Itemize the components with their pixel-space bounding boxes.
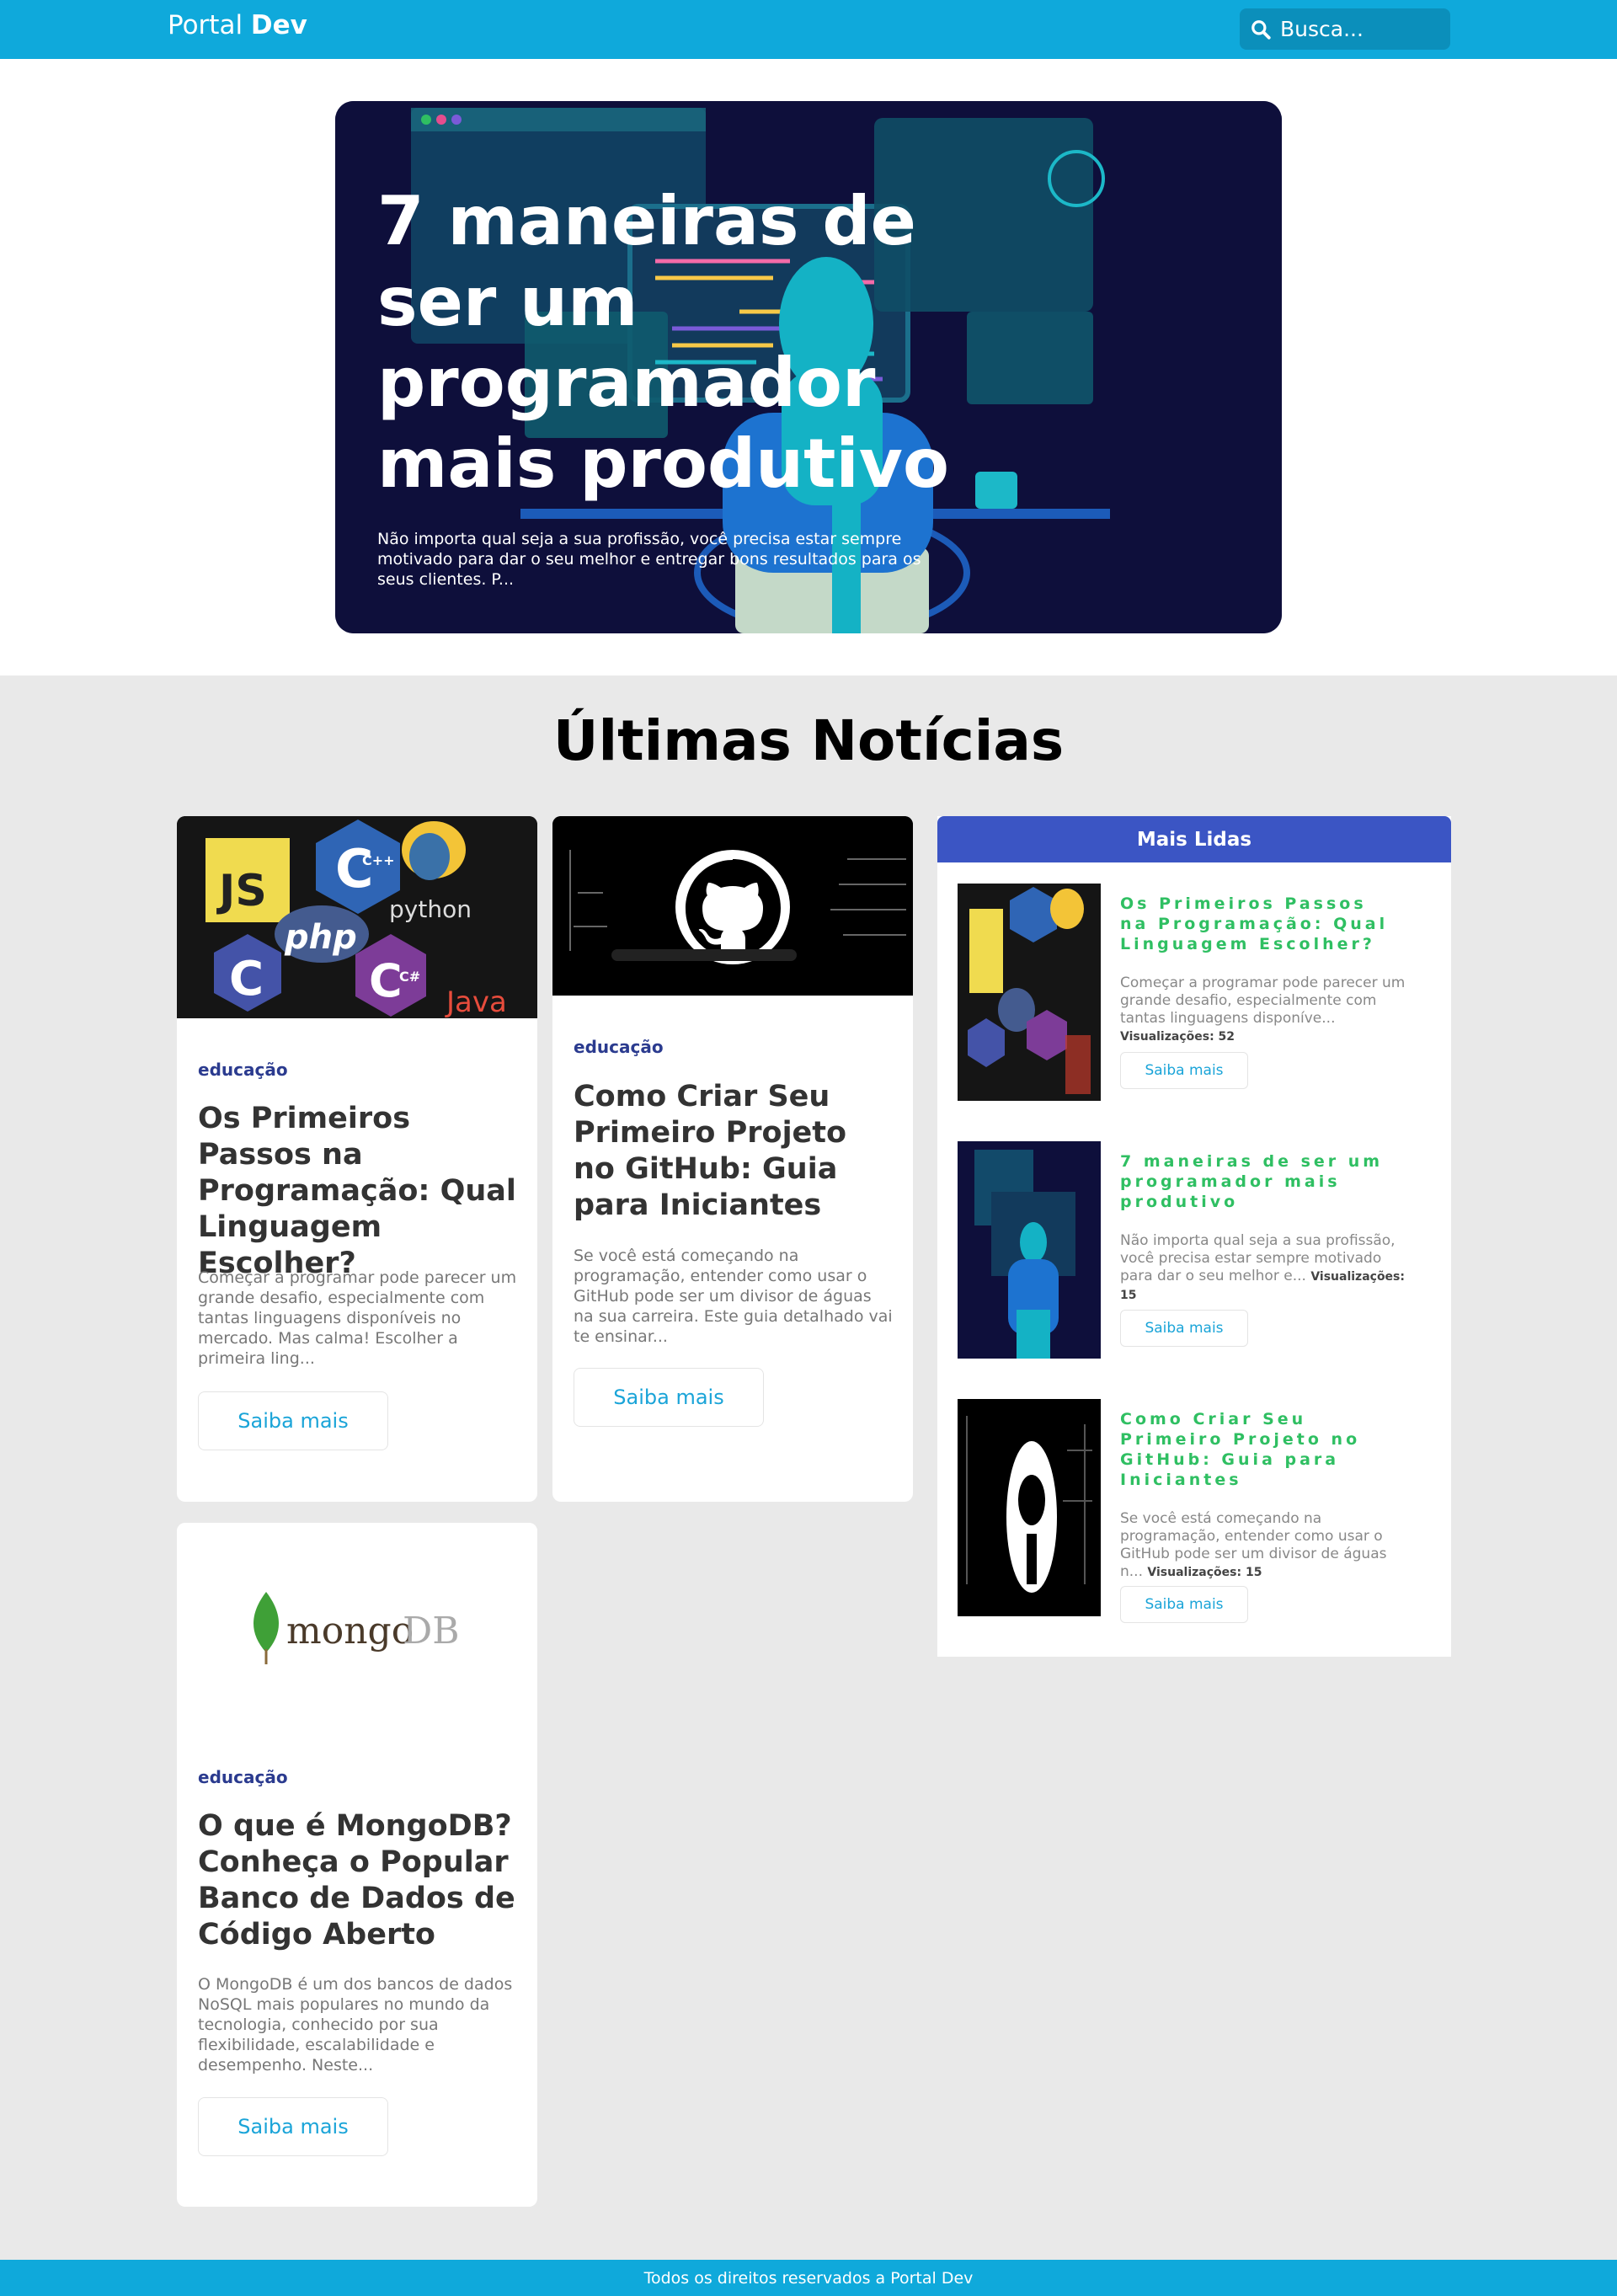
views-count: Visualizações: 52 xyxy=(1120,1030,1235,1044)
brand-logo[interactable]: Portal Dev xyxy=(168,8,307,42)
mongodb-image: mongo DB xyxy=(177,1523,537,1746)
mongo-logo-text: mongo xyxy=(286,1610,414,1653)
news-card: JS C C++ php python C C C# Java educação… xyxy=(177,816,537,1502)
hero-banner[interactable]: 7 maneiras de ser um programador mais pr… xyxy=(335,101,1282,633)
sidebar-item-title[interactable]: Como Criar Seu Primeiro Projeto no GitHu… xyxy=(1120,1409,1398,1490)
c-logo-text: C xyxy=(229,952,264,1007)
card-title[interactable]: O que é MongoDB? Conheça o Popular Banco… xyxy=(198,1808,518,1953)
sidebar-title: Mais Lidas xyxy=(937,816,1451,862)
github-image xyxy=(552,816,913,996)
card-description: Se você está começando na programação, e… xyxy=(574,1247,893,1346)
search-input[interactable] xyxy=(1280,17,1440,41)
sidebar-item: Os Primeiros Passos na Programação: Qual… xyxy=(958,884,1438,1101)
csharp-hash-text: C# xyxy=(399,969,420,985)
card-category[interactable]: educação xyxy=(198,1767,288,1787)
sidebar-item-description: Se você está começando na programação, e… xyxy=(1120,1510,1406,1582)
sidebar-item: 7 maneiras de ser um programador mais pr… xyxy=(958,1141,1438,1359)
sidebar-item: Como Criar Seu Primeiro Projeto no GitHu… xyxy=(958,1399,1438,1623)
card-description: Começar a programar pode parecer um gran… xyxy=(198,1268,517,1368)
news-card: mongo DB educação O que é MongoDB? Conhe… xyxy=(177,1523,537,2207)
footer: Todos os direitos reservados a Portal De… xyxy=(0,2260,1617,2296)
read-more-button[interactable]: Saiba mais xyxy=(198,2097,388,2156)
sidebar-item-excerpt: Começar a programar pode parecer um gran… xyxy=(1120,974,1406,1027)
programming-languages-image xyxy=(958,884,1101,1101)
sidebar-item-title[interactable]: 7 maneiras de ser um programador mais pr… xyxy=(1120,1151,1398,1212)
php-logo-text: php xyxy=(284,918,357,957)
brand-light-text: Portal xyxy=(168,10,251,40)
programmer-illustration-image xyxy=(958,1141,1101,1359)
db-logo-text: DB xyxy=(403,1610,460,1653)
python-logo-text: python xyxy=(389,895,472,923)
read-more-button[interactable]: Saiba mais xyxy=(1120,1052,1248,1089)
brand-bold-text: Dev xyxy=(250,10,307,40)
sidebar-thumbnail[interactable] xyxy=(958,884,1101,1101)
footer-copyright: Todos os direitos reservados a Portal De… xyxy=(643,2268,974,2288)
cpp-logo-text: C xyxy=(335,838,374,900)
programming-languages-image: JS C C++ php python C C C# Java xyxy=(177,816,537,1018)
hero-section: 7 maneiras de ser um programador mais pr… xyxy=(0,59,1617,675)
github-image xyxy=(958,1399,1101,1616)
sidebar-item-description: Começar a programar pode parecer um gran… xyxy=(1120,974,1406,1046)
hero-title[interactable]: 7 maneiras de ser um programador mais pr… xyxy=(377,181,984,505)
hero-description: Não importa qual seja a sua profissão, v… xyxy=(377,530,921,589)
top-navbar: Portal Dev xyxy=(0,0,1617,59)
read-more-button[interactable]: Saiba mais xyxy=(198,1391,388,1450)
sidebar-item-title[interactable]: Os Primeiros Passos na Programação: Qual… xyxy=(1120,894,1398,954)
section-title: Últimas Notícias xyxy=(552,708,1065,773)
card-title[interactable]: Os Primeiros Passos na Programação: Qual… xyxy=(198,1101,518,1282)
cpp-plus-text: C++ xyxy=(362,852,395,868)
read-more-button[interactable]: Saiba mais xyxy=(574,1368,764,1427)
java-logo-text: Java xyxy=(445,985,507,1018)
search-box[interactable] xyxy=(1240,8,1450,50)
news-card: educação Como Criar Seu Primeiro Projeto… xyxy=(552,816,913,1502)
card-thumbnail[interactable] xyxy=(552,816,913,996)
card-thumbnail[interactable]: JS C C++ php python C C C# Java xyxy=(177,816,537,1018)
read-more-button[interactable]: Saiba mais xyxy=(1120,1310,1248,1347)
search-icon xyxy=(1251,19,1271,40)
read-more-button[interactable]: Saiba mais xyxy=(1120,1586,1248,1623)
card-category[interactable]: educação xyxy=(198,1060,288,1080)
sidebar-item-description: Não importa qual seja a sua profissão, v… xyxy=(1120,1232,1406,1305)
card-description: O MongoDB é um dos bancos de dados NoSQL… xyxy=(198,1975,513,2074)
js-logo-text: JS xyxy=(216,866,267,916)
card-category[interactable]: educação xyxy=(574,1037,664,1057)
views-count: Visualizações: 15 xyxy=(1147,1566,1262,1579)
sidebar-thumbnail[interactable] xyxy=(958,1141,1101,1359)
most-read-sidebar: Mais Lidas Os Primeiros Passos na Progra… xyxy=(937,816,1451,1657)
sidebar-thumbnail[interactable] xyxy=(958,1399,1101,1616)
card-title[interactable]: Como Criar Seu Primeiro Projeto no GitHu… xyxy=(574,1079,894,1224)
csharp-logo-text: C xyxy=(369,954,403,1007)
card-thumbnail[interactable]: mongo DB xyxy=(177,1523,537,1746)
